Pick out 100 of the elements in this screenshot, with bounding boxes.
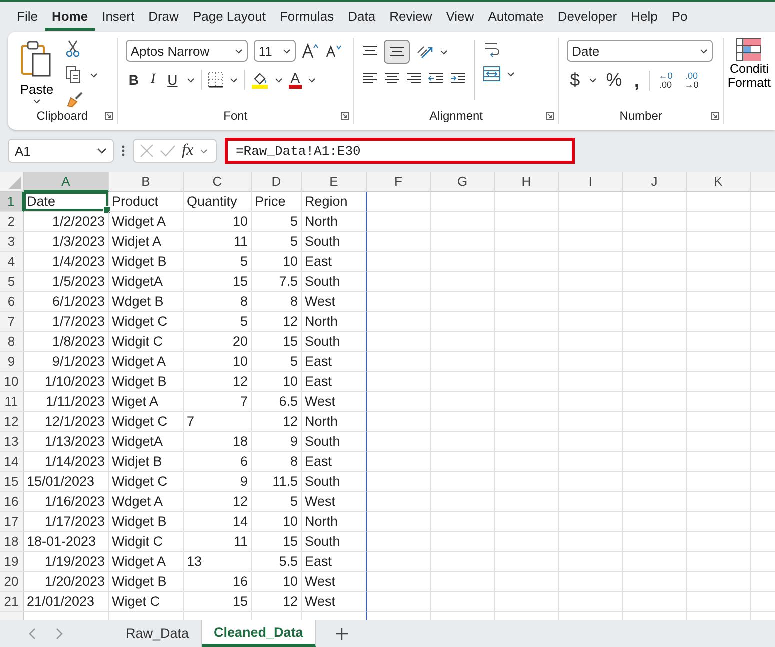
fill-color-icon[interactable]	[250, 71, 269, 89]
font-color-button[interactable]: A	[288, 71, 302, 89]
scissors-icon[interactable]	[66, 40, 80, 58]
increase-font-size-icon[interactable]	[302, 43, 320, 59]
dialog-launcher-icon[interactable]	[710, 112, 719, 120]
ribbon-tab[interactable]: Review	[382, 3, 440, 31]
row-header[interactable]: 5	[0, 272, 24, 292]
ribbon-tab[interactable]: Automate	[481, 3, 551, 31]
row-header[interactable]: 19	[0, 552, 24, 572]
merge-cells-icon[interactable]	[483, 66, 502, 82]
caret-icon[interactable]	[33, 99, 41, 104]
row-header[interactable]: 16	[0, 492, 24, 512]
row-header[interactable]: 4	[0, 252, 24, 272]
column-header[interactable]: D	[252, 172, 302, 192]
sheet-tab[interactable]: Cleaned_Data	[202, 620, 316, 647]
paste-button[interactable]: Paste	[16, 40, 58, 104]
increase-indent-icon[interactable]	[450, 72, 466, 86]
ribbon-tab[interactable]: Draw	[142, 3, 186, 31]
row-header[interactable]: 17	[0, 512, 24, 532]
row-header[interactable]: 14	[0, 452, 24, 472]
ribbon-tab[interactable]: Po	[664, 3, 695, 31]
more-options-icon[interactable]	[122, 145, 125, 157]
number-format-dropdown[interactable]: Date	[567, 40, 714, 62]
align-right-icon[interactable]	[406, 72, 422, 86]
decimal-button[interactable]: ←0 .00	[656, 72, 676, 90]
fill-handle[interactable]	[103, 206, 111, 214]
decrease-indent-icon[interactable]	[428, 72, 444, 86]
copy-icon[interactable]	[66, 66, 82, 84]
row-header[interactable]: 2	[0, 212, 24, 232]
caret-icon[interactable]	[308, 78, 316, 82]
clipboard-icon[interactable]	[20, 40, 54, 80]
formula-field[interactable]: =Raw_Data!A1:E30	[225, 138, 575, 164]
table-cell: 5	[252, 212, 302, 232]
caret-icon[interactable]	[589, 78, 598, 83]
ribbon-tab[interactable]: Formulas	[272, 3, 342, 31]
conditional-formatting-button[interactable]: Conditi Formatt	[728, 38, 771, 90]
column-header[interactable]: G	[431, 172, 495, 192]
column-header[interactable]: J	[623, 172, 687, 192]
ribbon-tab[interactable]: Insert	[95, 3, 142, 31]
align-middle-icon[interactable]	[384, 40, 410, 64]
ribbon-tab[interactable]: Page Layout	[186, 3, 273, 31]
caret-icon[interactable]	[700, 48, 708, 54]
caret-icon[interactable]	[97, 148, 107, 154]
dialog-launcher-icon[interactable]	[546, 112, 554, 120]
check-icon[interactable]	[160, 145, 176, 157]
column-header[interactable]: A	[24, 172, 109, 192]
caret-icon[interactable]	[186, 78, 195, 82]
column-header[interactable]: C	[184, 172, 252, 192]
caret-icon[interactable]	[234, 48, 243, 54]
ribbon-tab[interactable]: View	[439, 3, 482, 31]
align-center-icon[interactable]	[384, 72, 400, 86]
row-header[interactable]: 7	[0, 312, 24, 332]
row-header[interactable]: 1	[0, 192, 24, 212]
ribbon-tab[interactable]: Data	[341, 3, 383, 31]
column-header[interactable]: K	[687, 172, 751, 192]
orientation-icon[interactable]	[416, 44, 434, 60]
dialog-launcher-icon[interactable]	[341, 112, 350, 120]
italic-button[interactable]: I	[148, 72, 159, 88]
caret-icon[interactable]	[440, 50, 448, 54]
bold-button[interactable]: B	[126, 72, 142, 88]
caret-icon[interactable]	[282, 48, 291, 54]
row-header[interactable]: 8	[0, 332, 24, 352]
ribbon-tab[interactable]: File	[10, 3, 45, 31]
row-header[interactable]: 9	[0, 352, 24, 372]
name-box[interactable]: A1	[8, 139, 114, 163]
column-header[interactable]: F	[367, 172, 431, 192]
conditional-formatting-icon[interactable]	[736, 38, 762, 62]
underline-button[interactable]: U	[164, 72, 181, 88]
font-name-dropdown[interactable]: Aptos Narrow	[126, 40, 248, 62]
column-header[interactable]: E	[302, 172, 367, 192]
column-header[interactable]: I	[559, 172, 623, 192]
ribbon-tab[interactable]: Developer	[550, 3, 624, 31]
row-header[interactable]: 3	[0, 232, 24, 252]
align-left-icon[interactable]	[362, 72, 378, 86]
dialog-launcher-icon[interactable]	[104, 112, 113, 120]
row-header[interactable]: 21	[0, 592, 24, 612]
row-header[interactable]: 10	[0, 372, 24, 392]
row-header[interactable]: 20	[0, 572, 24, 592]
font-size-dropdown[interactable]: 11	[254, 40, 296, 62]
caret-icon[interactable]	[507, 72, 516, 76]
currency-button[interactable]: $	[567, 70, 584, 91]
row-header[interactable]: 18	[0, 532, 24, 552]
insert-function-button[interactable]: fx	[182, 142, 194, 160]
column-header[interactable]: B	[109, 172, 184, 192]
add-sheet-icon[interactable]	[336, 628, 348, 640]
row-header[interactable]: 11	[0, 392, 24, 412]
decimal-button[interactable]: .00 →0	[682, 72, 702, 90]
borders-icon[interactable]	[208, 72, 224, 88]
brush-icon[interactable]	[66, 92, 84, 108]
row-header[interactable]: 12	[0, 412, 24, 432]
row-header[interactable]: 13	[0, 432, 24, 452]
decrease-font-size-icon[interactable]	[326, 44, 342, 58]
column-header[interactable]: H	[495, 172, 559, 192]
caret-icon[interactable]	[274, 78, 283, 82]
caret-icon[interactable]	[90, 72, 98, 78]
row-header[interactable]: 15	[0, 472, 24, 492]
row-header[interactable]: 6	[0, 292, 24, 312]
ribbon-tab[interactable]: Help	[624, 3, 665, 31]
percent-button[interactable]: %	[603, 70, 626, 91]
caret-icon[interactable]	[230, 78, 238, 82]
